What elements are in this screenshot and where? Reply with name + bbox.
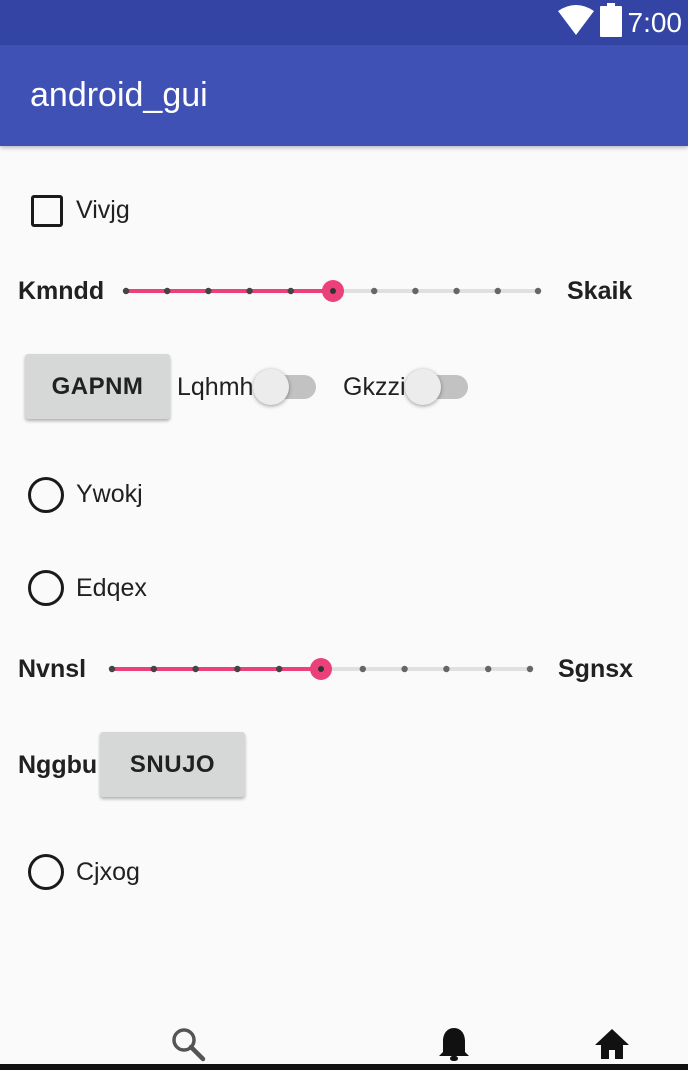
radio-label: Cjxog bbox=[76, 858, 140, 886]
switch1[interactable] bbox=[250, 366, 320, 408]
slider1-end-label: Skaik bbox=[567, 277, 633, 305]
radio-label: Ywokj bbox=[76, 480, 143, 508]
nggbu-label: Nggbu bbox=[18, 751, 98, 779]
status-icons: 7:00 bbox=[557, 0, 683, 45]
radio-circle[interactable] bbox=[28, 477, 64, 513]
status-bar: 7:00 bbox=[0, 0, 688, 45]
slider2[interactable] bbox=[102, 654, 542, 684]
slider1-thumb[interactable] bbox=[322, 280, 344, 302]
wifi-icon bbox=[557, 5, 594, 40]
switch2-label: Gkzzi bbox=[343, 373, 406, 401]
radio-circle[interactable] bbox=[28, 854, 64, 890]
home-icon[interactable] bbox=[594, 1028, 630, 1065]
switch1-label: Lqhmh bbox=[177, 373, 254, 401]
app-bar: android_gui bbox=[0, 45, 688, 146]
slider1[interactable] bbox=[116, 276, 552, 306]
search-icon[interactable] bbox=[170, 1026, 206, 1067]
gapnm-button[interactable]: GAPNM bbox=[25, 354, 170, 419]
snujo-button[interactable]: SNUJO bbox=[100, 732, 245, 797]
notifications-icon[interactable] bbox=[437, 1026, 471, 1069]
bottom-nav bbox=[0, 1000, 688, 1070]
checkbox-box[interactable] bbox=[31, 195, 63, 227]
switch1-thumb[interactable] bbox=[253, 369, 289, 405]
radio-circle[interactable] bbox=[28, 570, 64, 606]
nav-divider bbox=[0, 1064, 688, 1070]
switch2[interactable] bbox=[402, 366, 472, 408]
slider2-end-label: Sgnsx bbox=[558, 655, 634, 683]
slider2-start-label: Nvnsl bbox=[18, 655, 87, 683]
battery-icon bbox=[599, 3, 622, 42]
app-title: android_gui bbox=[30, 76, 208, 114]
slider2-thumb[interactable] bbox=[310, 658, 332, 680]
status-time: 7:00 bbox=[627, 6, 683, 38]
checkbox-label: Vivjg bbox=[76, 196, 130, 224]
radio-edqex[interactable]: Edqex bbox=[28, 569, 168, 609]
slider1-start-label: Kmndd bbox=[18, 277, 105, 305]
radio-label: Edqex bbox=[76, 574, 147, 602]
checkbox-vivjg[interactable]: Vivjg bbox=[28, 192, 168, 232]
switch2-thumb[interactable] bbox=[405, 369, 441, 405]
radio-cjxog[interactable]: Cjxog bbox=[28, 853, 168, 893]
radio-ywokj[interactable]: Ywokj bbox=[28, 476, 168, 516]
